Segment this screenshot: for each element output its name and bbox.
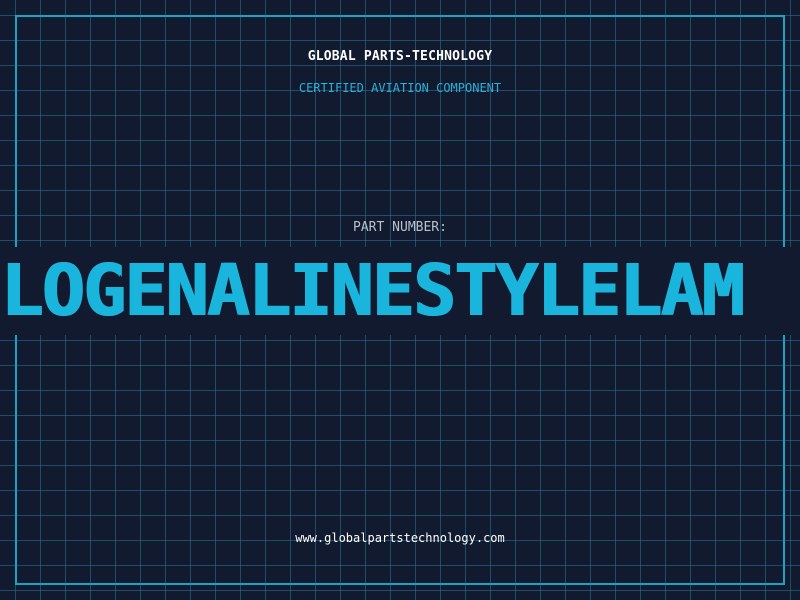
certification-tagline: CERTIFIED AVIATION COMPONENT xyxy=(298,81,502,95)
website-url: www.globalpartstechnology.com xyxy=(295,531,505,545)
part-label-card: GLOBAL PARTS-TECHNOLOGY CERTIFIED AVIATI… xyxy=(0,0,800,600)
company-name: GLOBAL PARTS-TECHNOLOGY xyxy=(307,49,493,64)
part-number-value: LOGENALINESTYLELAM xyxy=(0,249,744,332)
part-number-label: PART NUMBER: xyxy=(353,220,447,235)
